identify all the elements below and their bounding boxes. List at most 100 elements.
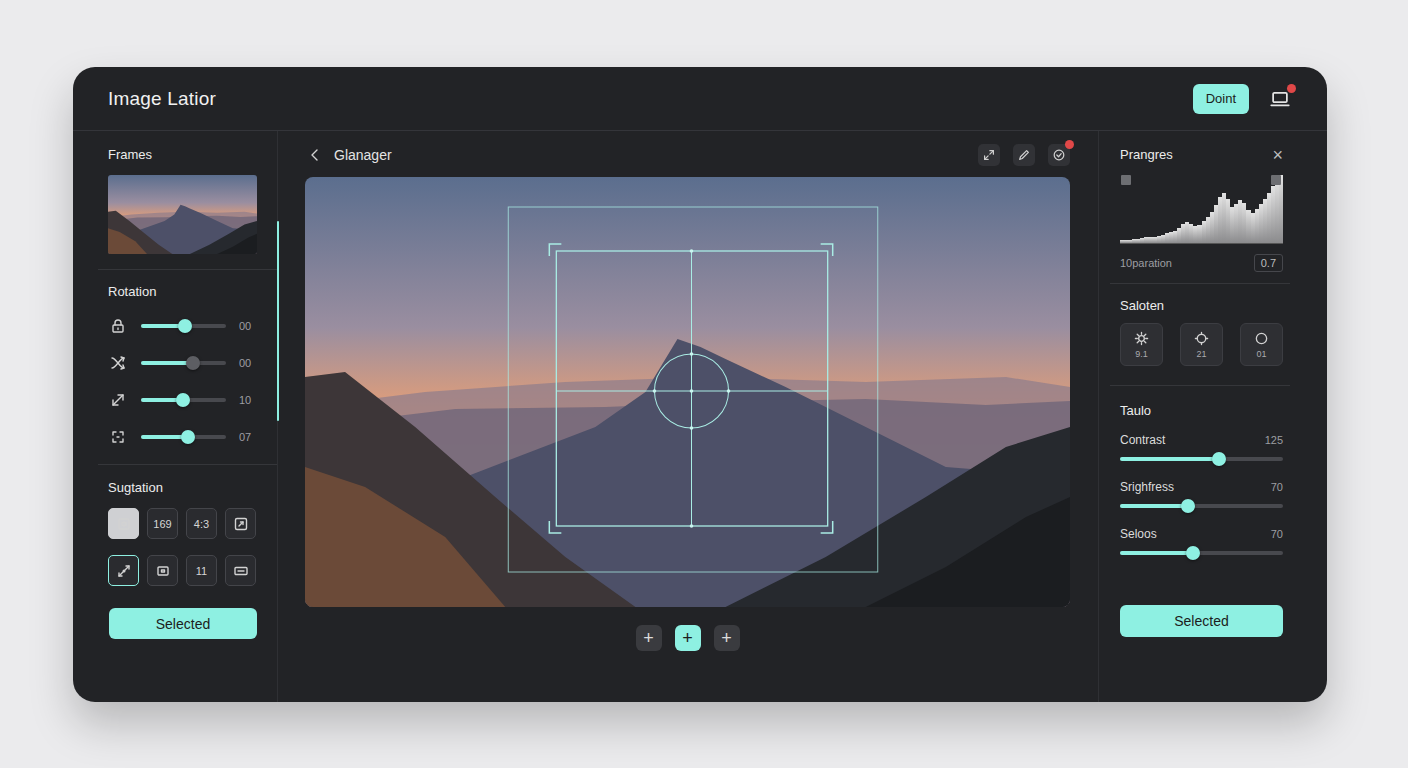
- slider-value: 07: [239, 431, 251, 443]
- slider-track[interactable]: [141, 398, 226, 402]
- slider-label: Contrast: [1120, 430, 1165, 450]
- slider-knob[interactable]: [176, 393, 190, 407]
- slider-knob[interactable]: [1212, 452, 1226, 466]
- preset-tile[interactable]: 21: [1180, 323, 1223, 366]
- shuffle-icon: [108, 353, 128, 373]
- fullscreen-icon[interactable]: [978, 144, 1000, 166]
- notification-dot: [1287, 84, 1296, 93]
- selected-button[interactable]: Selected: [109, 608, 257, 639]
- adjust-panel: Prangres×10paration0.7Saloten9.12101Taul…: [1098, 131, 1327, 702]
- check-icon[interactable]: [1048, 144, 1070, 166]
- histogram-footer: 10paration 0.7: [1120, 253, 1283, 273]
- histogram-handle[interactable]: [1121, 175, 1131, 185]
- slider-label-row: Contrast 125: [1120, 430, 1283, 450]
- slider-knob[interactable]: [1181, 499, 1195, 513]
- slider-fill: [141, 361, 193, 365]
- preset-tile[interactable]: 01: [1240, 323, 1283, 366]
- slider-value: 00: [239, 357, 251, 369]
- adjust-header: Prangres ×: [1120, 145, 1283, 165]
- histogram-handle[interactable]: [1271, 175, 1281, 185]
- zoom-button[interactable]: +: [714, 625, 740, 651]
- slider-value: 10: [239, 394, 251, 406]
- slider-fill: [141, 435, 188, 439]
- histogram: [1120, 174, 1283, 244]
- histogram-label: 10paration: [1120, 257, 1172, 269]
- frame-icon: [108, 427, 128, 447]
- ratio-option[interactable]: [225, 555, 256, 586]
- slider-track[interactable]: [1120, 504, 1283, 508]
- rotation-row: 00: [108, 315, 261, 337]
- preset-tile[interactable]: 9.1: [1120, 323, 1163, 366]
- slider-track[interactable]: [141, 361, 226, 365]
- canvas-header: Glanager: [305, 145, 1070, 165]
- slider-fill: [1120, 551, 1193, 555]
- badge-dot: [1065, 140, 1074, 149]
- zoom-button[interactable]: +: [675, 625, 701, 651]
- preset-tiles: 9.1 21 01: [1120, 323, 1283, 366]
- ratio-option[interactable]: 11: [186, 555, 217, 586]
- histogram-bar: [1279, 175, 1283, 243]
- ratio-option[interactable]: [108, 555, 139, 586]
- ratio-option[interactable]: [147, 555, 178, 586]
- pen-icon[interactable]: [1013, 144, 1035, 166]
- ratio-row: 11: [108, 555, 261, 586]
- slider-track[interactable]: [141, 435, 226, 439]
- slider-value: 125: [1265, 430, 1283, 450]
- slider-value: 70: [1271, 477, 1283, 497]
- slider-label: Seloos: [1120, 524, 1157, 544]
- image-canvas[interactable]: [305, 177, 1070, 607]
- section-title: Sugtation: [108, 478, 261, 498]
- slider-value: 70: [1271, 524, 1283, 544]
- slider-fill: [141, 324, 185, 328]
- selected-button[interactable]: Selected: [1120, 605, 1283, 637]
- section-title: Rotation: [108, 282, 261, 302]
- divider: [1110, 385, 1290, 386]
- rotation-row: 07: [108, 426, 261, 448]
- resize-icon: [108, 390, 128, 410]
- slider-fill: [141, 398, 183, 402]
- slider-track[interactable]: [1120, 457, 1283, 461]
- title-bar: Image Latior Doint: [73, 67, 1327, 131]
- slider-knob[interactable]: [178, 319, 192, 333]
- rectangle-icon: [231, 561, 251, 581]
- divider: [98, 464, 277, 465]
- action-button[interactable]: Doint: [1193, 84, 1249, 114]
- divider: [98, 269, 277, 270]
- app-title: Image Latior: [108, 88, 216, 110]
- rotation-row: 10: [108, 389, 261, 411]
- ratio-option[interactable]: [108, 508, 139, 539]
- target-icon: [1194, 330, 1210, 346]
- scrollbar[interactable]: [277, 221, 279, 421]
- editor-body: Frames Rotation 00 00 10 07 Sugtation 169 4:3 11 S…: [73, 131, 1327, 702]
- lock-icon: [108, 316, 128, 336]
- slider-track[interactable]: [1120, 551, 1283, 555]
- slider-knob[interactable]: [1186, 546, 1200, 560]
- back-icon[interactable]: [305, 145, 325, 165]
- canvas-title: Glanager: [334, 147, 392, 163]
- preset-value: 21: [1196, 349, 1206, 359]
- square-icon: [114, 514, 134, 534]
- slider-fill: [1120, 457, 1219, 461]
- slider-knob[interactable]: [181, 430, 195, 444]
- monitor-icon[interactable]: [1269, 88, 1291, 110]
- slider-label-row: Seloos 70: [1120, 524, 1283, 544]
- zoom-button[interactable]: +: [636, 625, 662, 651]
- preset-value: 01: [1256, 349, 1266, 359]
- expand-icon: [231, 514, 251, 534]
- ratio-option[interactable]: [225, 508, 256, 539]
- section-title: Prangres: [1120, 145, 1173, 165]
- editor-window: Image Latior Doint Frames Rotation 00 00 10 07 S…: [73, 67, 1327, 702]
- frame-thumbnail[interactable]: [108, 175, 257, 254]
- ratio-option[interactable]: 4:3: [186, 508, 217, 539]
- slider-knob[interactable]: [186, 356, 200, 370]
- sun-icon: [1134, 330, 1150, 346]
- slider-value: 00: [239, 320, 251, 332]
- section-title: Saloten: [1120, 296, 1283, 316]
- slider-track[interactable]: [141, 324, 226, 328]
- ratio-option[interactable]: 169: [147, 508, 178, 539]
- rotation-row: 00: [108, 352, 261, 374]
- close-button[interactable]: ×: [1272, 145, 1283, 165]
- section-title: Frames: [108, 145, 261, 165]
- histogram-value[interactable]: 0.7: [1254, 254, 1283, 272]
- divider: [1110, 283, 1290, 284]
